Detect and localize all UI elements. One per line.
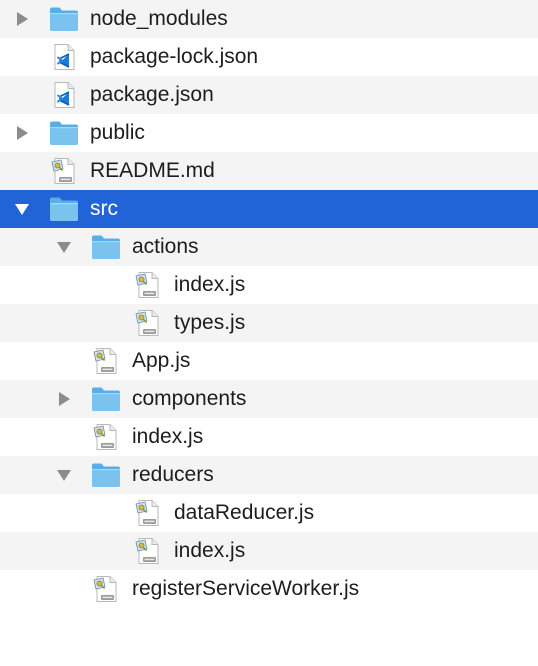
tree-item-label: actions (132, 235, 199, 258)
text-file-icon (133, 271, 163, 299)
tree-item-label: index.js (132, 425, 204, 448)
tree-item-label: package.json (90, 83, 214, 106)
tree-item-label: index.js (174, 273, 246, 296)
text-file-icon (91, 347, 121, 375)
tree-item-label: index.js (174, 539, 246, 562)
text-file-icon (49, 157, 79, 185)
tree-row-index-js[interactable]: index.js (0, 418, 538, 456)
tree-item-label: package-lock.json (90, 45, 259, 68)
folder-icon (49, 5, 79, 33)
folder-icon (49, 195, 79, 223)
vscode-file-icon (49, 81, 79, 109)
text-file-icon (91, 423, 121, 451)
disclosure-collapsed-icon[interactable] (14, 11, 30, 27)
tree-item-label: types.js (174, 311, 246, 334)
tree-row-index-js[interactable]: index.js (0, 532, 538, 570)
tree-item-label: components (132, 387, 247, 410)
tree-row-package-lock-json[interactable]: package-lock.json (0, 38, 538, 76)
tree-item-label: public (90, 121, 145, 144)
tree-row-readme-md[interactable]: README.md (0, 152, 538, 190)
tree-row-actions[interactable]: actions (0, 228, 538, 266)
tree-row-node-modules[interactable]: node_modules (0, 0, 538, 38)
folder-icon (91, 461, 121, 489)
tree-item-label: App.js (132, 349, 191, 372)
tree-item-label: node_modules (90, 7, 228, 30)
tree-row-datareducer-js[interactable]: dataReducer.js (0, 494, 538, 532)
tree-row-registerserviceworker-js[interactable]: registerServiceWorker.js (0, 570, 538, 608)
tree-item-label: dataReducer.js (174, 501, 315, 524)
disclosure-expanded-icon[interactable] (14, 201, 30, 217)
folder-icon (49, 119, 79, 147)
text-file-icon (133, 499, 163, 527)
tree-row-src[interactable]: src (0, 190, 538, 228)
folder-icon (91, 385, 121, 413)
text-file-icon (133, 537, 163, 565)
tree-item-label: README.md (90, 159, 215, 182)
text-file-icon (91, 575, 121, 603)
folder-icon (91, 233, 121, 261)
tree-row-reducers[interactable]: reducers (0, 456, 538, 494)
tree-item-label: reducers (132, 463, 214, 486)
file-tree: node_modules package-lock.json package.jso… (0, 0, 538, 666)
tree-item-label: src (90, 197, 118, 220)
disclosure-collapsed-icon[interactable] (14, 125, 30, 141)
tree-row-package-json[interactable]: package.json (0, 76, 538, 114)
disclosure-expanded-icon[interactable] (56, 467, 72, 483)
text-file-icon (133, 309, 163, 337)
disclosure-expanded-icon[interactable] (56, 239, 72, 255)
tree-item-label: registerServiceWorker.js (132, 577, 360, 600)
tree-row-types-js[interactable]: types.js (0, 304, 538, 342)
vscode-file-icon (49, 43, 79, 71)
disclosure-collapsed-icon[interactable] (56, 391, 72, 407)
tree-row-index-js[interactable]: index.js (0, 266, 538, 304)
tree-row-public[interactable]: public (0, 114, 538, 152)
tree-row-app-js[interactable]: App.js (0, 342, 538, 380)
tree-row-components[interactable]: components (0, 380, 538, 418)
